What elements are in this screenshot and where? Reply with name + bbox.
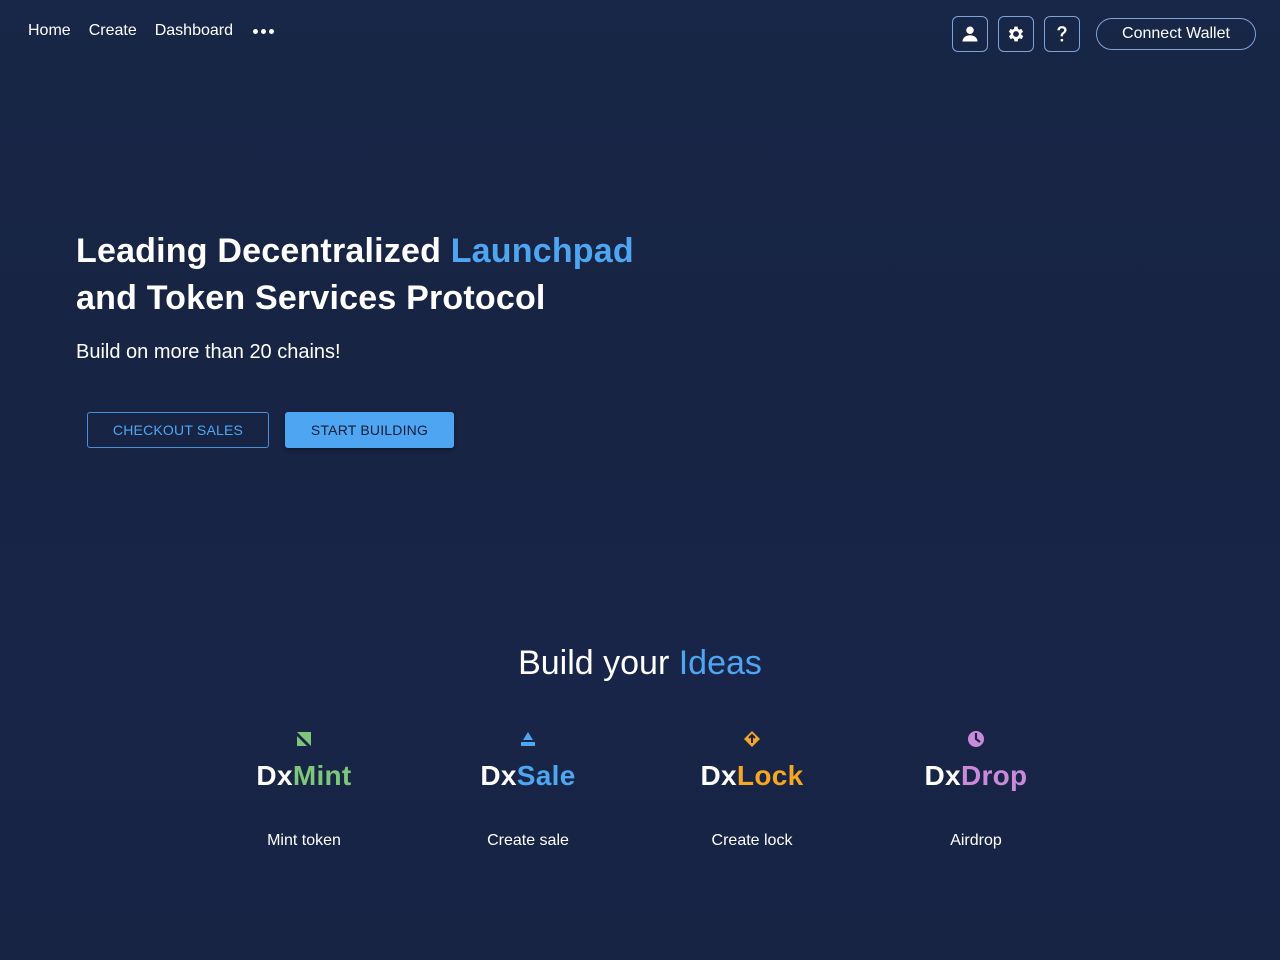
product-desc: Create lock [711, 832, 793, 849]
product-name: DxMint [256, 760, 352, 791]
more-horizontal-icon[interactable] [253, 27, 274, 36]
product-dxmint[interactable]: DxMint Mint token [192, 730, 416, 850]
sale-icon [521, 732, 535, 746]
product-dxsale[interactable]: DxSale Create sale [416, 730, 640, 850]
nav-home-link[interactable]: Home [28, 22, 71, 40]
product-desc: Airdrop [950, 832, 1002, 849]
mint-icon [297, 732, 311, 746]
start-building-button[interactable]: START BUILDING [285, 412, 454, 448]
nav-create-link[interactable]: Create [89, 22, 137, 40]
product-name: DxSale [480, 760, 576, 791]
settings-button[interactable] [998, 16, 1034, 52]
product-name: DxLock [700, 760, 804, 791]
nav-links: Home Create Dashboard [28, 22, 274, 40]
drop-icon [968, 731, 984, 747]
hero-title-accent: Launchpad [450, 232, 634, 270]
ideas-title: Build your Ideas [0, 644, 1280, 683]
hero-title-part2: and Token Services Protocol [76, 279, 546, 317]
top-nav: Home Create Dashboard Connect Wallet [0, 0, 1280, 66]
lock-icon [744, 731, 760, 747]
product-dxdrop[interactable]: DxDrop Airdrop [864, 730, 1088, 850]
account-button[interactable] [952, 16, 988, 52]
help-icon [1057, 26, 1067, 42]
product-name: DxDrop [924, 760, 1028, 791]
ideas-title-accent: Ideas [678, 644, 762, 682]
ideas-title-prefix: Build your [518, 644, 679, 682]
hero-title-part1: Leading Decentralized [76, 232, 451, 270]
user-icon [962, 26, 978, 42]
connect-wallet-button[interactable]: Connect Wallet [1096, 18, 1256, 50]
product-list: DxMint Mint token DxSale Create sale DxL… [192, 730, 1088, 850]
hero-title: Leading Decentralized Launchpad and Toke… [76, 228, 776, 322]
gear-icon [1008, 26, 1024, 42]
hero-section: Leading Decentralized Launchpad and Toke… [76, 228, 776, 322]
product-dxlock[interactable]: DxLock Create lock [640, 730, 864, 850]
nav-actions: Connect Wallet [952, 16, 1256, 52]
product-desc: Create sale [487, 832, 569, 849]
hero-subtitle: Build on more than 20 chains! [76, 341, 341, 363]
nav-dashboard-link[interactable]: Dashboard [155, 22, 233, 40]
help-button[interactable] [1044, 16, 1080, 52]
product-desc: Mint token [267, 832, 341, 849]
checkout-sales-button[interactable]: CHECKOUT SALES [87, 412, 269, 448]
